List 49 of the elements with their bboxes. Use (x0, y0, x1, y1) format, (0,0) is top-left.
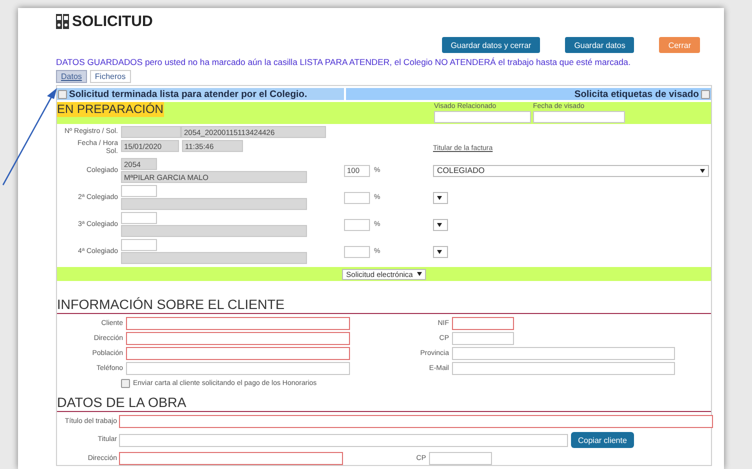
input-field[interactable] (119, 415, 713, 428)
tab[interactable]: Ficheros (90, 70, 131, 83)
section-title: DATOS DE LA OBRA (57, 394, 711, 412)
input-field[interactable] (452, 332, 514, 345)
input-field[interactable] (121, 198, 307, 210)
select-field[interactable] (433, 246, 448, 258)
select-field[interactable]: COLEGIADO (433, 164, 709, 176)
copy-client-button[interactable]: Copiar cliente (571, 432, 634, 448)
warning-message: DATOS GUARDADOS pero usted no ha marcado aún la casilla LISTA PARA ATENDER, el Colegio NO ATENDERÁ el trabajo hasta que esté marcada. (56, 57, 632, 67)
input-field[interactable] (126, 347, 350, 360)
input-field[interactable] (126, 317, 350, 330)
input-field[interactable] (121, 212, 157, 224)
status-label: EN PREPARACIÓN (57, 102, 164, 117)
caret-icon (437, 250, 442, 254)
checkbox[interactable] (701, 90, 710, 98)
tab[interactable]: Datos (56, 70, 87, 83)
caret-icon (700, 168, 705, 172)
select-field[interactable] (433, 218, 448, 230)
action-button[interactable]: Guardar datos y cerrar (442, 37, 540, 53)
input-field[interactable] (429, 452, 492, 465)
checkbox[interactable] (121, 379, 130, 388)
input-field[interactable] (126, 362, 350, 375)
input-field[interactable] (121, 126, 181, 138)
input-field[interactable] (533, 111, 625, 123)
input-field[interactable] (344, 246, 370, 258)
input-field[interactable] (344, 218, 370, 230)
input-field[interactable] (121, 239, 157, 251)
checkbox[interactable] (58, 90, 67, 98)
input-field[interactable] (121, 252, 307, 264)
checkbox-label: Solicita etiquetas de visado (574, 88, 699, 100)
page-title: SOLICITUD (72, 12, 153, 30)
input-field[interactable] (121, 225, 307, 237)
input-field[interactable] (119, 452, 343, 465)
input-field[interactable] (119, 434, 568, 446)
checkbox-label: Solicitud terminada lista para atender por el Colegio. (69, 88, 308, 100)
input-field[interactable] (126, 332, 350, 345)
caret-icon (437, 196, 442, 200)
input-field[interactable] (452, 317, 514, 330)
input-field[interactable] (452, 347, 675, 360)
input-field[interactable] (344, 192, 370, 204)
action-button[interactable]: Guardar datos (565, 37, 634, 53)
input-field[interactable] (121, 185, 157, 197)
input-field[interactable] (434, 111, 531, 123)
section-title: INFORMACIÓN SOBRE EL CLIENTE (57, 296, 711, 314)
select-field[interactable] (433, 192, 448, 204)
input-field[interactable] (452, 362, 675, 375)
binder-icon (56, 14, 70, 28)
caret-icon (437, 222, 442, 226)
caret-icon (416, 272, 422, 276)
